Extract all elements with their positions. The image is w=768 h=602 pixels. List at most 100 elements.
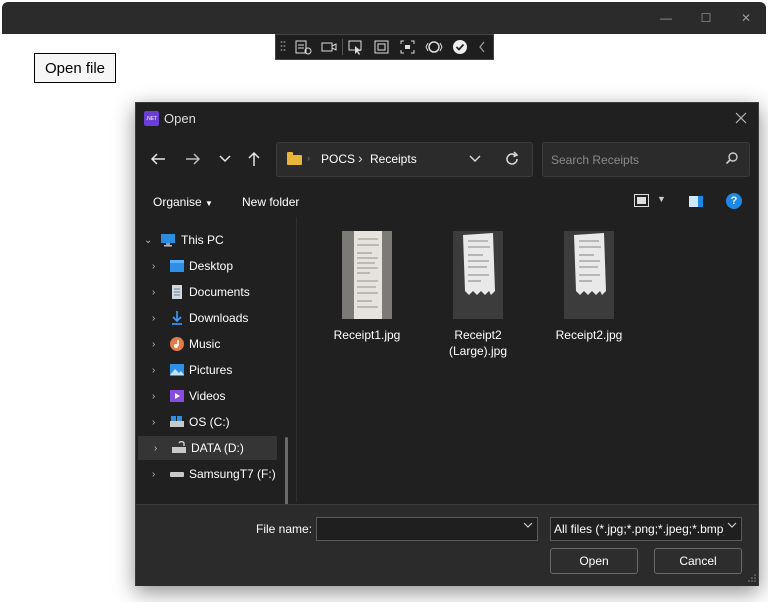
nav-label: Music — [189, 337, 221, 351]
new-folder-button[interactable]: New folder — [242, 195, 299, 209]
file-type-select[interactable]: All files (*.jpg;*.png;*.jpeg;*.bmp) — [550, 517, 742, 541]
desktop-icon — [169, 259, 185, 273]
resize-grip-icon[interactable] — [748, 574, 756, 584]
collapse-chevron-icon — [479, 41, 485, 53]
command-bar: Organise ▼ New folder ▼ ? — [136, 186, 758, 216]
video-icon — [321, 42, 337, 52]
nav-label: Desktop — [189, 259, 234, 273]
select-element-icon — [295, 40, 312, 55]
nav-item-data-drive[interactable]: › DATA (D:) — [138, 436, 277, 460]
nav-item-pictures[interactable]: › Pictures — [136, 358, 296, 382]
dialog-titlebar: .NET Open — [136, 103, 758, 133]
expanded-chevron-icon[interactable]: ⌄ — [144, 235, 152, 246]
nav-item-this-pc[interactable]: ⌄ This PC — [136, 228, 296, 252]
organise-label: Organise — [153, 195, 202, 209]
nav-item-videos[interactable]: › Videos — [136, 384, 296, 408]
collapsed-chevron-icon[interactable]: › — [152, 417, 155, 428]
binding-failures-button[interactable] — [421, 36, 447, 58]
maximize-button[interactable]: ☐ — [686, 2, 726, 34]
nav-item-desktop[interactable]: › Desktop — [136, 254, 296, 278]
minimize-icon: — — [660, 11, 672, 25]
downloads-icon — [169, 311, 185, 325]
up-button[interactable] — [242, 148, 266, 170]
nav-item-os-drive[interactable]: › OS (C:) — [136, 410, 296, 434]
collapsed-chevron-icon[interactable]: › — [152, 469, 155, 480]
file-thumbnail — [342, 231, 392, 319]
external-drive-icon — [169, 467, 185, 481]
pointer-icon — [348, 40, 362, 55]
cancel-button[interactable]: Cancel — [654, 548, 742, 574]
nav-label: Videos — [189, 389, 226, 403]
help-icon[interactable]: ? — [726, 193, 742, 209]
chevron-down-icon — [469, 155, 481, 162]
collapsed-chevron-icon[interactable]: › — [152, 339, 155, 350]
record-video-button[interactable] — [316, 36, 342, 58]
nav-item-documents[interactable]: › Documents — [136, 280, 296, 304]
open-button[interactable]: Open — [550, 548, 638, 574]
collapsed-chevron-icon[interactable]: › — [152, 287, 155, 298]
view-options-caret-icon[interactable]: ▼ — [657, 194, 666, 204]
grip-icon — [280, 41, 286, 51]
file-name-input[interactable] — [316, 517, 538, 541]
debug-toolbar — [275, 34, 494, 60]
address-history-button[interactable] — [465, 149, 485, 169]
breadcrumb-receipts[interactable]: Receipts — [370, 152, 417, 166]
nav-item-samsung-drive[interactable]: › SamsungT7 (F:) — [136, 462, 296, 486]
search-placeholder: Search Receipts — [551, 153, 640, 167]
address-bar[interactable]: › POCS › Receipts — [276, 142, 533, 177]
nav-label: This PC — [181, 233, 224, 247]
file-type-value: All files (*.jpg;*.png;*.jpeg;*.bmp) — [554, 522, 724, 536]
file-item-receipt2[interactable]: Receipt2.jpg — [543, 231, 635, 361]
toolbar-grip[interactable] — [276, 36, 290, 58]
minimize-button[interactable]: — — [646, 2, 686, 34]
back-button[interactable] — [146, 148, 170, 170]
chevron-down-icon[interactable] — [523, 521, 533, 532]
nav-item-music[interactable]: › Music — [136, 332, 296, 356]
collapse-toolbar-button[interactable] — [473, 36, 491, 58]
app-titlebar: — ☐ ✕ — [2, 2, 766, 34]
preview-pane-icon[interactable] — [689, 196, 703, 207]
dialog-close-button[interactable] — [730, 107, 752, 129]
collapsed-chevron-icon[interactable]: › — [152, 313, 155, 324]
accessibility-check-icon — [453, 40, 467, 54]
dialog-title: Open — [164, 111, 196, 126]
recent-locations-button[interactable] — [213, 148, 237, 170]
search-input[interactable]: Search Receipts — [542, 142, 750, 177]
change-view-button[interactable] — [634, 194, 649, 207]
nav-label: Pictures — [189, 363, 233, 377]
music-icon — [169, 337, 185, 351]
forward-button[interactable] — [181, 148, 205, 170]
file-name-label: File name: — [256, 522, 313, 536]
pane-divider[interactable] — [296, 217, 297, 502]
file-name: Receipt1.jpg — [333, 328, 401, 342]
close-icon — [735, 112, 747, 124]
breadcrumb-pocs[interactable]: POCS — [321, 152, 355, 166]
data-drive-icon — [171, 441, 187, 455]
track-focus-button[interactable] — [395, 36, 421, 58]
collapsed-chevron-icon[interactable]: › — [152, 365, 155, 376]
nav-label: SamsungT7 (F:) — [189, 467, 276, 481]
open-file-dialog: .NET Open › POCS › Receipts Search Recei… — [135, 102, 759, 586]
chevron-down-icon[interactable] — [727, 521, 737, 532]
breadcrumb-separator[interactable]: › — [358, 150, 363, 166]
dialog-footer: File name: All files (*.jpg;*.png;*.jpeg… — [136, 504, 758, 586]
layout-adorner-button[interactable] — [369, 36, 395, 58]
accessibility-check-button[interactable] — [447, 36, 473, 58]
file-item-receipt2-large[interactable]: Receipt2 (Large).jpg — [432, 231, 524, 361]
organise-menu[interactable]: Organise ▼ — [153, 195, 213, 209]
nav-label: Downloads — [189, 311, 249, 325]
close-button[interactable]: ✕ — [726, 2, 766, 34]
open-file-button[interactable]: Open file — [34, 53, 116, 83]
refresh-icon — [506, 151, 519, 165]
select-element-button[interactable] — [290, 36, 316, 58]
collapsed-chevron-icon[interactable]: › — [154, 443, 157, 454]
collapsed-chevron-icon[interactable]: › — [152, 391, 155, 402]
nav-item-downloads[interactable]: › Downloads — [136, 306, 296, 330]
collapsed-chevron-icon[interactable]: › — [152, 261, 155, 272]
layout-adorner-icon — [374, 40, 389, 54]
file-item-receipt1[interactable]: Receipt1.jpg — [321, 231, 413, 361]
file-thumbnail — [564, 231, 614, 319]
pointer-select-button[interactable] — [343, 36, 369, 58]
refresh-button[interactable] — [501, 148, 523, 170]
arrow-up-icon — [248, 151, 260, 166]
